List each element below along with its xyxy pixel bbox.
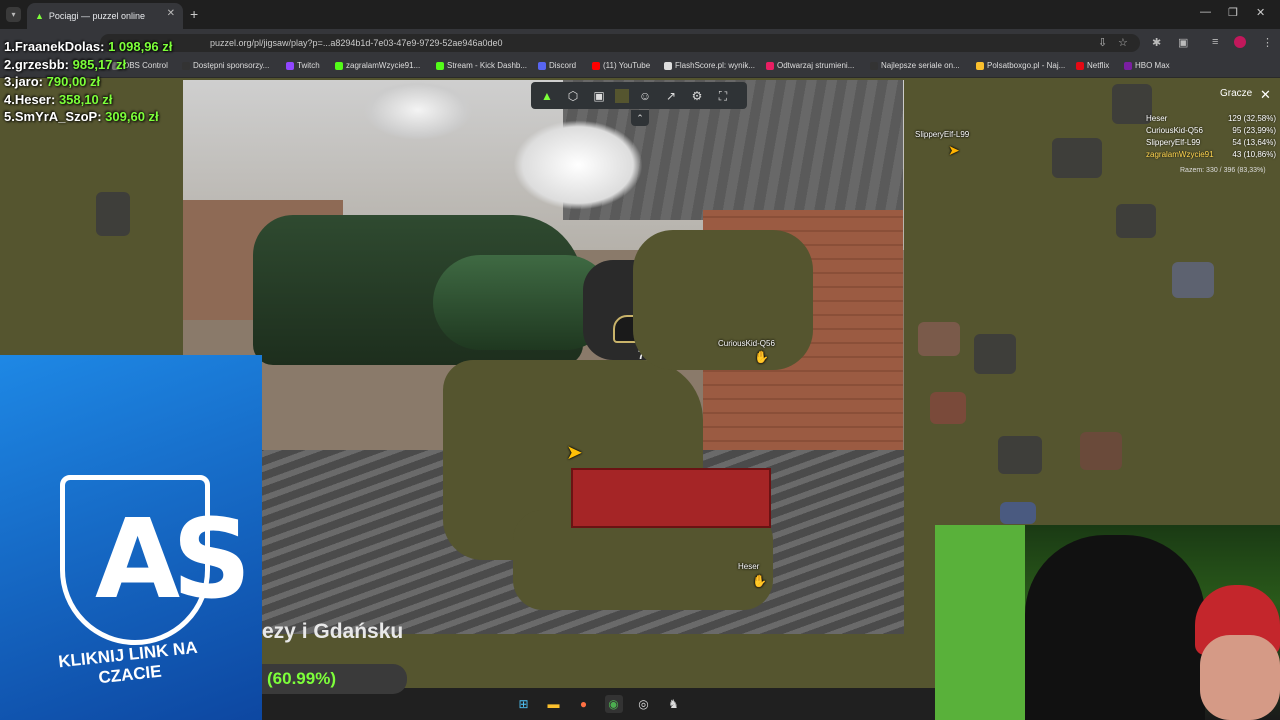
minimize-button[interactable]: — — [1200, 6, 1211, 18]
obs-icon[interactable]: ◎ — [635, 695, 653, 713]
bookmark-item[interactable]: HBO Max — [1124, 61, 1170, 70]
hand-cursor-icon: ✋ — [752, 574, 767, 588]
profile-avatar[interactable] — [1234, 36, 1246, 48]
share-icon[interactable]: ↗ — [661, 86, 681, 106]
browser-tab-bar: ▾ ▲ Pociągi — puzzel online ✕ + — ❐ ✕ — [0, 0, 1280, 29]
donation-ranking: 1.FraanekDolas: 1 098,96 zł 2.grzesbb: 9… — [4, 38, 172, 126]
new-tab-button[interactable]: + — [190, 6, 198, 22]
remote-cursor-label: CuriousKid-Q56 — [718, 339, 775, 348]
close-window-button[interactable]: ✕ — [1256, 6, 1265, 19]
webcam-person — [1025, 535, 1205, 720]
ranking-row: 4.Heser: 358,10 zł — [4, 91, 113, 107]
loose-piece[interactable] — [1052, 138, 1102, 178]
bookmark-item[interactable]: Polsatboxgo.pl - Naj... — [976, 61, 1065, 70]
players-icon[interactable]: ☺ — [635, 86, 655, 106]
loose-piece[interactable] — [96, 192, 130, 236]
extensions-icon[interactable]: ✱ — [1152, 36, 1161, 49]
tab-active[interactable]: ▲ Pociągi — puzzel online ✕ — [27, 3, 183, 29]
fullscreen-icon[interactable]: ⛶ — [713, 86, 733, 106]
bookmark-item[interactable]: Najlepsze seriale on... — [870, 61, 960, 70]
logo-icon[interactable]: ▲ — [537, 86, 557, 106]
loose-piece[interactable] — [974, 334, 1016, 374]
ranking-row: 2.grzesbb: 985,17 zł — [4, 56, 127, 72]
players-panel: Gracze ✕ Heser 129 (32,58%) CuriousKid-Q5… — [1140, 86, 1280, 178]
webcam-overlay — [935, 525, 1280, 720]
bookmark-item[interactable]: Discord — [538, 61, 576, 70]
tab-title: Pociągi — puzzel online — [48, 11, 145, 21]
loose-piece[interactable] — [1116, 204, 1156, 238]
puzzle-image-steam — [513, 120, 643, 210]
tab-close-icon[interactable]: ✕ — [167, 8, 175, 19]
bookmark-item[interactable]: Odtwarzaj strumieni... — [766, 61, 854, 70]
puzzle-toolbar: ▲ ⬡ ▣ ☺ ↗ ⚙ ⛶ — [531, 82, 747, 109]
player-row: Heser 129 (32,58%) — [1146, 114, 1276, 123]
menu-icon[interactable]: ⋮ — [1262, 36, 1273, 49]
tab-list-button[interactable]: ▾ — [6, 7, 21, 22]
ad-cta-text: KLIKNIJ LINK NA CZACIE — [57, 637, 199, 688]
loose-piece[interactable] — [1172, 262, 1214, 298]
player-row: CuriousKid-Q56 95 (23,99%) — [1146, 126, 1276, 135]
app-icon[interactable]: ♞ — [665, 695, 683, 713]
player-row: SlipperyElf-L99 54 (13,64%) — [1146, 138, 1276, 147]
ranking-row: 5.SmYrA_SzoP: 309,60 zł — [4, 109, 159, 124]
windows-start-icon[interactable]: ⊞ — [515, 695, 533, 713]
players-panel-title: Gracze — [1220, 88, 1253, 99]
loose-piece[interactable] — [1000, 502, 1036, 524]
background-color-icon[interactable] — [615, 88, 629, 103]
loose-piece[interactable] — [1080, 432, 1122, 470]
tab-favicon: ▲ — [35, 11, 44, 21]
loose-piece[interactable] — [918, 322, 960, 356]
loose-piece[interactable] — [930, 392, 966, 424]
bookmark-item[interactable]: Dostępni sponsorzy... — [182, 61, 269, 70]
sponsor-ad-banner: AS KLIKNIJ LINK NA CZACIE — [0, 355, 262, 720]
address-bar-row: puzzel.org/pl/jigsaw/play?p=...a8294b1d-… — [0, 29, 1280, 56]
settings-gear-icon[interactable]: ⚙ — [687, 86, 707, 106]
ad-logo: AS — [95, 495, 251, 623]
puzzle-progress: (60.99%) — [262, 664, 407, 694]
collapse-toolbar-chevron-up-icon[interactable]: ⌃ — [631, 110, 649, 126]
bookmark-item[interactable]: Twitch — [286, 61, 320, 70]
bookmark-item[interactable]: zagralamWzycie91... — [335, 61, 420, 70]
webcam-background — [935, 525, 1025, 720]
remote-cursor-label: Heser — [738, 562, 760, 571]
puzzle-icon[interactable]: ▣ — [1178, 36, 1188, 49]
players-total: Razem: 330 / 396 (83,33%) — [1180, 167, 1266, 174]
puzzle-title-fragment: ezy i Gdańsku — [262, 620, 404, 643]
ranking-row: 3.jaro: 790,00 zł — [4, 74, 101, 89]
media-icon[interactable]: ≡ — [1212, 36, 1218, 48]
edge-pieces-icon[interactable]: ⬡ — [563, 86, 583, 106]
bookmark-star-icon[interactable]: ☆ — [1118, 36, 1128, 49]
local-cursor-arrow-icon: ➤ — [566, 442, 583, 464]
puzzle-board[interactable]: 7828 — [183, 80, 904, 634]
bookmark-item[interactable]: Stream - Kick Dashb... — [436, 61, 527, 70]
remote-cursor-label: SlipperyElf-L99 — [915, 130, 970, 139]
puzzle-image-buffer-beam — [571, 468, 771, 528]
ranking-row: 1.FraanekDolas: 1 098,96 zł — [4, 39, 173, 54]
player-row: zagralamWzycie91 43 (10,86%) — [1146, 150, 1276, 159]
loose-piece[interactable] — [998, 436, 1042, 474]
firefox-icon[interactable]: ● — [575, 695, 593, 713]
bookmark-item[interactable]: (11) YouTube — [592, 61, 650, 70]
bookmark-item[interactable]: Netflix — [1076, 61, 1109, 70]
hand-cursor-icon: ✋ — [754, 350, 769, 364]
puzzle-image-steam — [363, 80, 473, 140]
players-panel-close-icon[interactable]: ✕ — [1260, 87, 1271, 103]
missing-pieces-area[interactable] — [633, 230, 813, 370]
preview-image-icon[interactable]: ▣ — [589, 86, 609, 106]
cursor-arrow-icon: ➤ — [948, 142, 960, 158]
bookmark-item[interactable]: FlashScore.pl: wynik... — [664, 61, 755, 70]
file-explorer-icon[interactable]: ▬ — [545, 695, 563, 713]
webcam-face — [1200, 635, 1280, 720]
install-icon[interactable]: ⇩ — [1098, 36, 1107, 49]
url-field[interactable]: puzzel.org/pl/jigsaw/play?p=...a8294b1d-… — [100, 34, 1140, 52]
chrome-icon[interactable]: ◉ — [604, 695, 623, 713]
bookmarks-bar: OBS Control Dostępni sponsorzy... Twitch… — [0, 56, 1280, 78]
restore-button[interactable]: ❐ — [1228, 6, 1238, 19]
